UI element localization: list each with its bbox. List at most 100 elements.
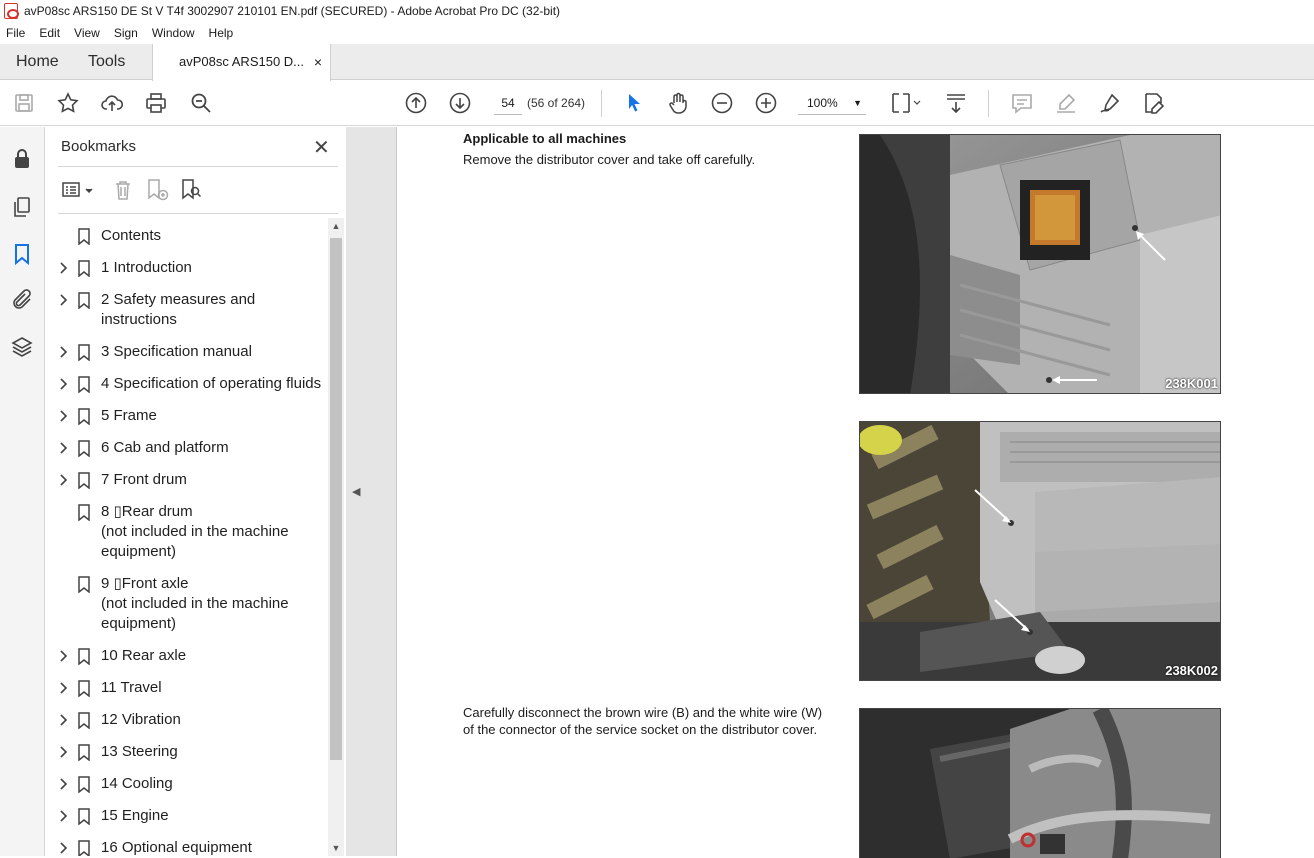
bookmark-item[interactable]: 9 ▯Front axle (not included in the machi… [46, 574, 328, 634]
lock-icon[interactable] [10, 147, 34, 171]
zoom-select[interactable]: 100% ▼ [798, 91, 866, 115]
chevron-right-icon[interactable] [58, 774, 70, 794]
bookmark-label: 3 Specification manual [101, 343, 252, 360]
bookmark-label: 16 Optional equipment [101, 839, 252, 856]
scrollbar-thumb[interactable] [330, 238, 342, 760]
pages-icon[interactable] [10, 195, 34, 219]
highlight-pen-icon[interactable] [1054, 91, 1078, 115]
photo-caption: 238K002 [1165, 663, 1218, 678]
comment-icon[interactable] [1010, 91, 1034, 115]
bookmark-label: 2 Safety measures and instructions [101, 291, 256, 328]
tab-document[interactable]: avP08sc ARS150 D... × [152, 44, 331, 81]
new-bookmark-icon[interactable] [144, 177, 170, 203]
navigation-rail [0, 127, 45, 856]
bookmark-item[interactable]: 11 Travel [46, 678, 328, 698]
zoom-in-icon[interactable] [754, 91, 778, 115]
page-down-icon[interactable] [448, 91, 472, 115]
chevron-right-icon[interactable] [58, 470, 70, 490]
panel-divider [58, 213, 338, 214]
document-area: ◀ Applicable to all machines Remove the … [346, 127, 1314, 858]
print-icon[interactable] [144, 91, 168, 115]
chevron-right-icon[interactable] [58, 646, 70, 666]
chevron-right-icon[interactable] [58, 806, 70, 826]
upload-cloud-icon[interactable] [100, 91, 124, 115]
chevron-right-icon[interactable] [58, 438, 70, 458]
bookmark-options-icon[interactable] [60, 177, 96, 203]
bookmark-item[interactable]: 7 Front drum [46, 470, 328, 490]
bookmark-item[interactable]: 8 ▯Rear drum (not included in the machin… [46, 502, 328, 562]
scroll-down-icon[interactable]: ▼ [328, 840, 344, 856]
page-count: (56 of 264) [527, 96, 586, 110]
bookmark-label: 8 ▯Rear drum (not included in the machin… [101, 503, 289, 560]
page-up-icon[interactable] [404, 91, 428, 115]
bookmark-label: 7 Front drum [101, 471, 187, 488]
tab-close-button[interactable]: × [314, 44, 322, 80]
scroll-up-icon[interactable]: ▲ [328, 218, 344, 234]
bookmarks-panel: Bookmarks ✕ Contents 1 Introduction 2 Safe… [46, 127, 346, 856]
zoom-search-icon[interactable] [189, 91, 213, 115]
menu-edit[interactable]: Edit [32, 26, 67, 40]
bookmark-item[interactable]: 5 Frame [46, 406, 328, 426]
bookmark-label: 1 Introduction [101, 259, 192, 276]
bookmark-icon [78, 712, 90, 730]
bookmark-item[interactable]: 4 Specification of operating fluids [46, 374, 328, 394]
page-layout-icon[interactable] [890, 91, 922, 115]
chevron-right-icon[interactable] [58, 374, 70, 394]
chevron-right-icon[interactable] [58, 742, 70, 762]
bookmark-icon [78, 260, 90, 278]
star-icon[interactable] [56, 91, 80, 115]
find-bookmark-icon[interactable] [178, 177, 204, 203]
photo-image [860, 422, 1220, 680]
bookmark-scrollbar[interactable]: ▲ ▼ [328, 218, 344, 856]
bookmark-item[interactable]: 10 Rear axle [46, 646, 328, 666]
bookmark-label: Contents [101, 227, 162, 244]
bookmark-panel-icon[interactable] [10, 242, 34, 266]
collapse-panel-icon[interactable]: ◀ [352, 485, 360, 498]
photo-service-socket [859, 708, 1221, 858]
menu-window[interactable]: Window [145, 26, 202, 40]
chevron-right-icon[interactable] [58, 838, 70, 856]
chevron-right-icon[interactable] [58, 290, 70, 310]
chevron-right-icon[interactable] [58, 406, 70, 426]
chevron-right-icon[interactable] [58, 710, 70, 730]
menu-view[interactable]: View [67, 26, 107, 40]
bookmark-icon [78, 776, 90, 794]
hand-tool-icon[interactable] [666, 91, 690, 115]
bookmark-item[interactable]: 14 Cooling [46, 774, 328, 794]
bookmark-item[interactable]: 16 Optional equipment [46, 838, 328, 856]
bookmark-item[interactable]: Contents [46, 226, 328, 246]
attachment-icon[interactable] [10, 288, 34, 312]
photo-caption: 238K001 [1165, 376, 1218, 391]
bookmark-icon [78, 228, 90, 246]
save-icon[interactable] [12, 91, 36, 115]
bookmark-item[interactable]: 12 Vibration [46, 710, 328, 730]
chevron-right-icon[interactable] [58, 342, 70, 362]
close-icon[interactable]: ✕ [313, 135, 330, 160]
bookmark-icon [78, 472, 90, 490]
delete-icon[interactable] [110, 177, 136, 203]
zoom-out-icon[interactable] [710, 91, 734, 115]
instruction-text: Remove the distributor cover and take of… [463, 152, 756, 167]
chevron-right-icon[interactable] [58, 678, 70, 698]
bookmark-icon [78, 840, 90, 856]
menu-sign[interactable]: Sign [107, 26, 145, 40]
edit-tools-icon[interactable] [1142, 91, 1166, 115]
bookmark-item[interactable]: 6 Cab and platform [46, 438, 328, 458]
scroll-mode-icon[interactable] [944, 91, 968, 115]
bookmark-item[interactable]: 1 Introduction [46, 258, 328, 278]
select-cursor-icon[interactable] [622, 91, 646, 115]
layers-icon[interactable] [10, 335, 34, 359]
bookmark-item[interactable]: 13 Steering [46, 742, 328, 762]
photo-image [860, 709, 1220, 858]
bookmark-item[interactable]: 15 Engine [46, 806, 328, 826]
tab-tools[interactable]: Tools [88, 44, 125, 80]
menu-file[interactable]: File [0, 26, 32, 40]
menu-help[interactable]: Help [202, 26, 241, 40]
bookmark-item[interactable]: 2 Safety measures and instructions [46, 290, 328, 330]
bookmark-item[interactable]: 3 Specification manual [46, 342, 328, 362]
bookmark-label: 11 Travel [101, 679, 162, 696]
tab-home[interactable]: Home [16, 44, 59, 80]
sign-icon[interactable] [1098, 91, 1122, 115]
chevron-right-icon[interactable] [58, 258, 70, 278]
page-number-input[interactable]: 54 [494, 91, 522, 115]
